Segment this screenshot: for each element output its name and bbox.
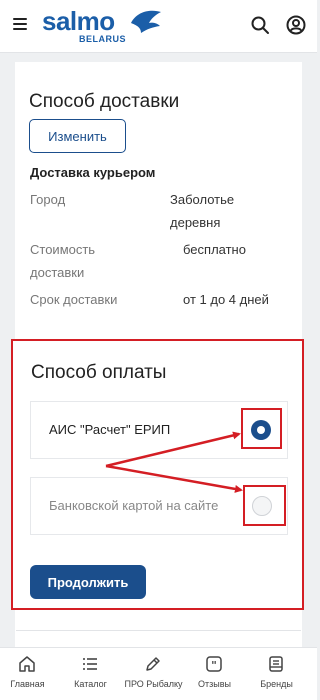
bottom-navigation: Главная Каталог ПРО Рыбалку " Отзывы Бре… [0, 647, 317, 700]
nav-home[interactable]: Главная [0, 648, 59, 700]
continue-button[interactable]: Продолжить [30, 565, 146, 599]
nav-catalog[interactable]: Каталог [59, 648, 122, 700]
home-icon [19, 656, 35, 672]
nav-brands-label: Бренды [260, 679, 293, 689]
nav-brands[interactable]: Бренды [245, 648, 308, 700]
nav-reviews[interactable]: " Отзывы [183, 648, 246, 700]
quote-bubble-icon: " [206, 656, 222, 672]
nav-pro-fishing-label: ПРО Рыбалку [124, 679, 183, 689]
edit-pen-icon [146, 657, 160, 671]
nav-home-label: Главная [10, 679, 45, 689]
nav-catalog-label: Каталог [74, 679, 107, 689]
catalog-list-icon [83, 658, 97, 670]
brand-tag-icon [269, 656, 283, 672]
nav-pro-fishing[interactable]: ПРО Рыбалку [122, 648, 185, 700]
nav-reviews-label: Отзывы [198, 679, 231, 689]
svg-text:": " [211, 659, 217, 672]
